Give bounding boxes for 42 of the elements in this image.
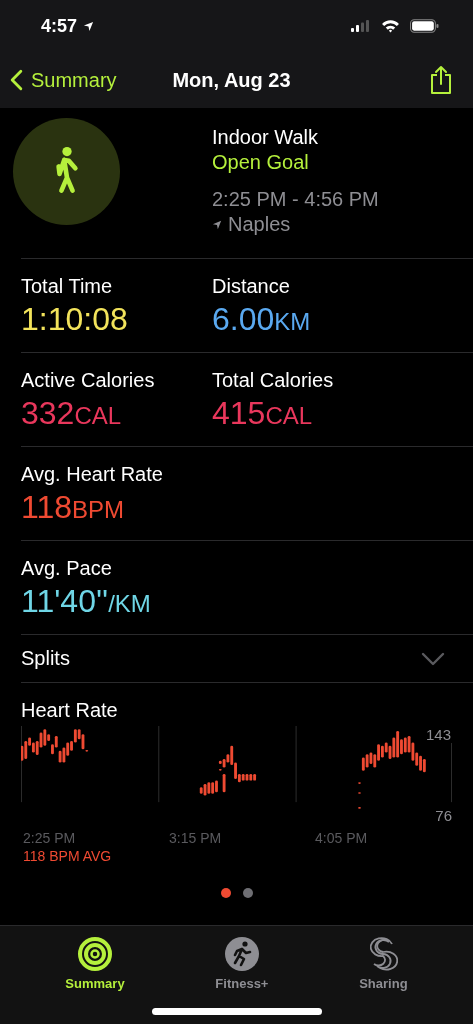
location-arrow-icon — [83, 20, 95, 32]
metric-label: Distance — [212, 275, 291, 298]
metric-label: Total Calories — [212, 369, 335, 392]
runner-icon — [223, 936, 260, 972]
metric-label: Avg. Pace — [21, 557, 113, 580]
metric-value: 6.00KM — [212, 301, 312, 338]
heart-rate-bar — [222, 774, 226, 793]
status-time: 4:57 — [41, 15, 78, 37]
axis-max-label: 143 — [424, 726, 452, 743]
page-dot[interactable] — [242, 888, 253, 898]
tab[interactable]: Sharing — [355, 936, 412, 994]
splits-row[interactable]: Splits — [21, 635, 473, 683]
tab[interactable]: Fitness+ — [211, 936, 273, 994]
tab[interactable]: Summary — [61, 936, 129, 994]
metric-value: 415CAL — [212, 395, 314, 432]
workout-location: Naples — [228, 213, 291, 236]
time-label: 4:05 PM — [314, 830, 369, 846]
time-label: 3:15 PM — [168, 830, 223, 846]
metric-label: Avg. Heart Rate — [21, 463, 164, 486]
axis-min-label: 76 — [435, 807, 452, 824]
average-heart-rate: 118 BPM AVG — [22, 848, 113, 864]
chevron-left-icon — [10, 69, 23, 91]
metric-value: 1:10:08 — [21, 301, 129, 338]
page-dot[interactable] — [220, 888, 231, 898]
workout-goal: Open Goal — [212, 151, 310, 174]
time-label: 2:25 PM — [22, 830, 77, 846]
metric-label: Total Time — [21, 275, 114, 298]
nav-title: Mon, Aug 23 — [171, 68, 292, 92]
metric-value: 11'40''/KM — [21, 583, 152, 620]
location-arrow-icon — [212, 219, 222, 230]
heart-rate-title: Heart Rate — [21, 699, 119, 722]
metric-value: 118BPM — [21, 489, 126, 526]
metric-label: Active Calories — [21, 369, 156, 392]
signal-icon — [351, 20, 371, 32]
wifi-icon — [381, 19, 400, 33]
workout-name: Indoor Walk — [212, 126, 319, 149]
share-icon[interactable] — [429, 65, 453, 95]
workout-time-range: 2:25 PM - 4:56 PM — [212, 188, 379, 211]
battery-icon — [410, 19, 439, 33]
metric-value: 332CAL — [21, 395, 123, 432]
back-button[interactable]: Summary — [10, 68, 117, 92]
rings-icon — [77, 936, 113, 972]
